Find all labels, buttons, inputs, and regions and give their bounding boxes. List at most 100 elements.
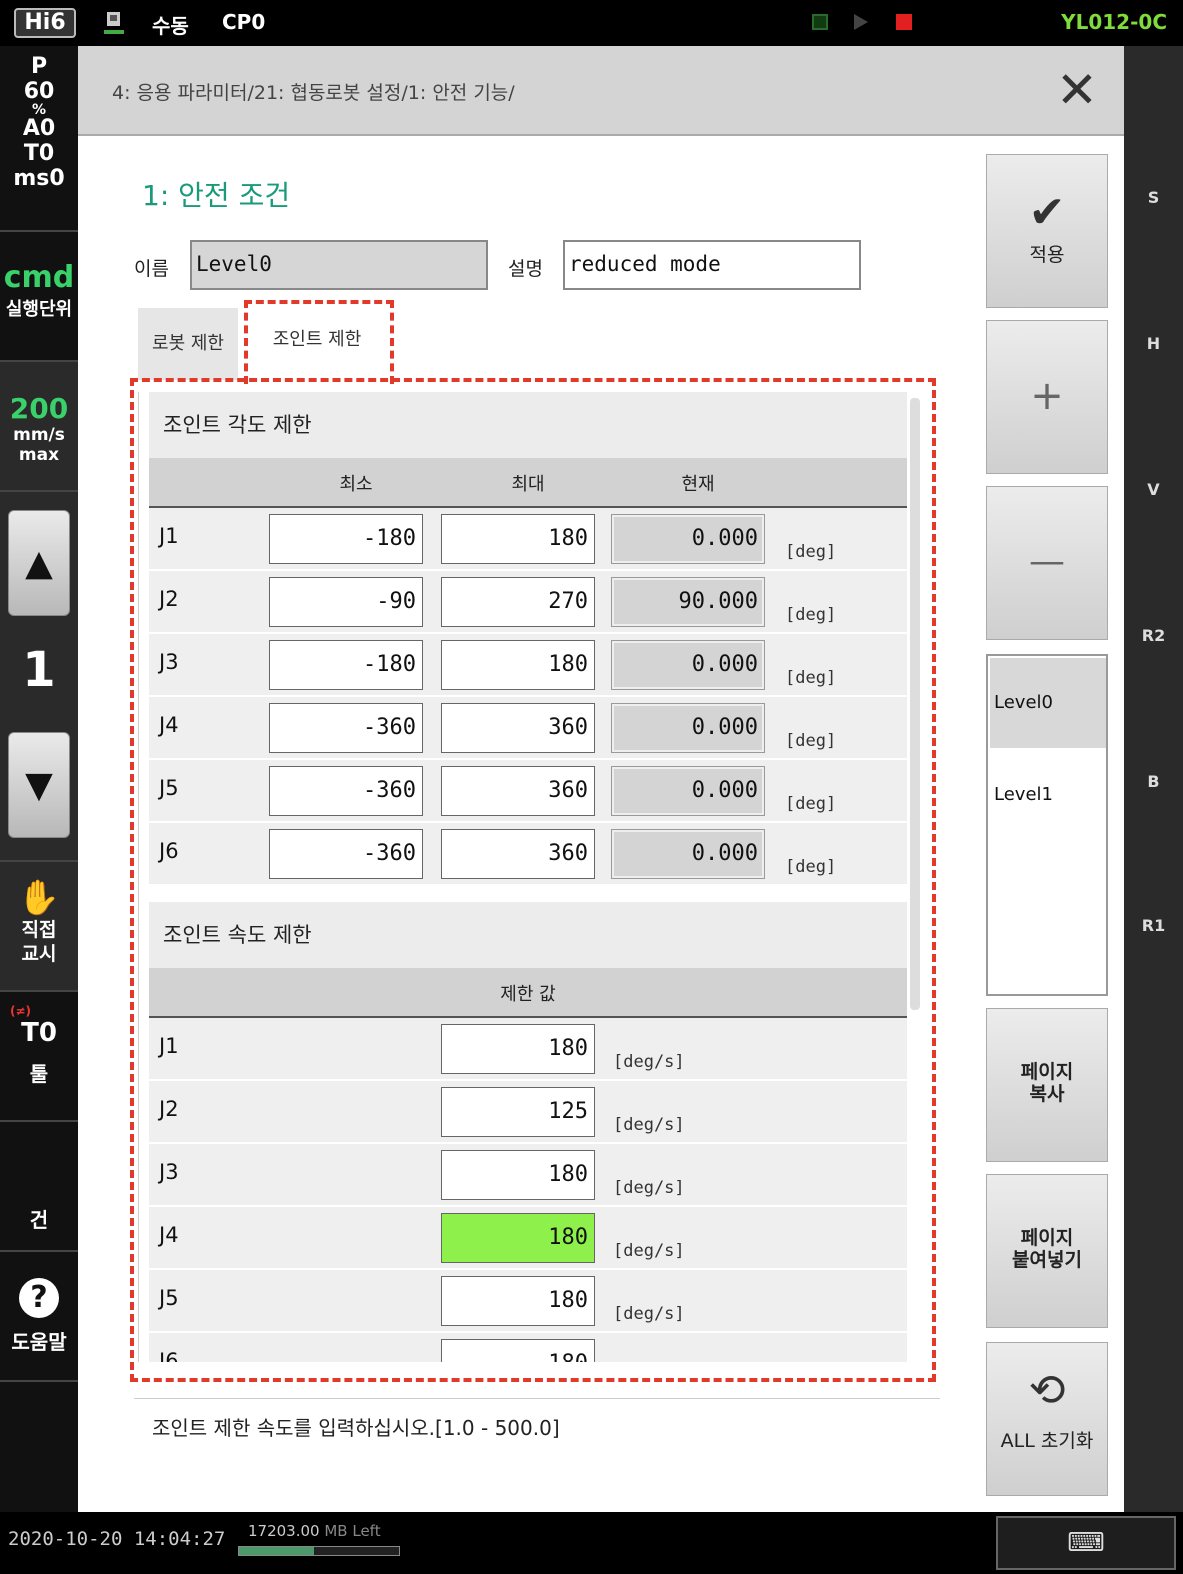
cmd-panel[interactable]: cmd 실행단위 bbox=[0, 232, 78, 362]
step-value: 1 bbox=[22, 642, 56, 698]
angle-max-field[interactable]: 180 bbox=[441, 640, 595, 690]
reset-all-button[interactable]: ⟲ ALL 초기화 bbox=[986, 1342, 1108, 1496]
level-list: Level0 Level1 bbox=[986, 654, 1108, 996]
angle-current-value: 0.000 bbox=[611, 514, 765, 564]
joint-limit-panel: 조인트 각도 제한 최소 최대 현재 J1 -180 180 0.000 [deg] J2… bbox=[138, 392, 918, 1362]
close-button[interactable]: ✕ bbox=[1054, 65, 1100, 115]
angle-row-j2: J2 -90 270 90.000 [deg] bbox=[149, 571, 907, 634]
cmd-label: cmd bbox=[3, 260, 75, 295]
max-label: max bbox=[18, 445, 60, 465]
right-axis-bar: S H V R2 B R1 bbox=[1124, 46, 1183, 1512]
speed-section-title: 조인트 속도 제한 bbox=[149, 902, 907, 968]
joint-label: J5 bbox=[159, 1286, 179, 1310]
joint-label: J6 bbox=[159, 839, 179, 863]
level-item-level1[interactable]: Level1 bbox=[990, 750, 1106, 840]
axis-s-key[interactable]: S bbox=[1124, 188, 1183, 207]
angle-max-field[interactable]: 270 bbox=[441, 577, 595, 627]
angle-row-j3: J3 -180 180 0.000 [deg] bbox=[149, 634, 907, 697]
description-field[interactable]: reduced mode bbox=[563, 240, 861, 290]
angle-min-field[interactable]: -360 bbox=[269, 829, 423, 879]
angle-min-field[interactable]: -90 bbox=[269, 577, 423, 627]
add-button[interactable]: + bbox=[986, 320, 1108, 474]
col-current: 현재 bbox=[681, 474, 715, 495]
joint-label: J1 bbox=[159, 1034, 179, 1058]
stop-icon bbox=[896, 14, 912, 30]
tool-panel[interactable]: (≠) T0 툴 bbox=[0, 992, 78, 1122]
memory-status: 17203.00 MB Left bbox=[248, 1522, 381, 1540]
angle-max-field[interactable]: 180 bbox=[441, 514, 595, 564]
axis-v-key[interactable]: V bbox=[1124, 480, 1183, 499]
angle-unit: [deg] bbox=[785, 794, 837, 814]
angle-current-value: 0.000 bbox=[611, 766, 765, 816]
close-icon: ✕ bbox=[1056, 61, 1098, 119]
joint-label: J4 bbox=[159, 713, 179, 737]
axis-r1-key[interactable]: R1 bbox=[1124, 916, 1183, 935]
angle-min-field[interactable]: -360 bbox=[269, 703, 423, 753]
page-copy-button[interactable]: 페이지 복사 bbox=[986, 1008, 1108, 1162]
angle-unit: [deg] bbox=[785, 542, 837, 562]
joint-label: J6 bbox=[159, 1349, 179, 1362]
hint-divider bbox=[134, 1398, 940, 1399]
reset-icon: ⟲ bbox=[1028, 1365, 1066, 1416]
percent-sign: % bbox=[31, 102, 47, 118]
speed-limit-field[interactable]: 180 bbox=[441, 1024, 595, 1074]
speed-percent: 60 bbox=[23, 79, 55, 104]
speed-row-j6: J6 180 bbox=[149, 1333, 907, 1362]
hi6-logo[interactable]: Hi6 bbox=[14, 8, 76, 38]
joint-label: J2 bbox=[159, 587, 179, 611]
help-button[interactable]: ? 도움말 bbox=[0, 1252, 78, 1382]
axis-r2-key[interactable]: R2 bbox=[1124, 626, 1183, 645]
tab-robot-limit[interactable]: 로봇 제한 bbox=[138, 308, 238, 380]
left-sidebar: P 60 % A0 T0 ms0 cmd 실행단위 200 mm/s max ▲… bbox=[0, 46, 78, 1512]
angle-current-value: 0.000 bbox=[611, 829, 765, 879]
angle-min-field[interactable]: -360 bbox=[269, 766, 423, 816]
angle-row-j5: J5 -360 360 0.000 [deg] bbox=[149, 760, 907, 823]
apply-button[interactable]: ✔ 적용 bbox=[986, 154, 1108, 308]
mode-label: 수동 bbox=[152, 14, 189, 38]
step-up-button[interactable]: ▲ bbox=[8, 510, 70, 616]
axis-b-key[interactable]: B bbox=[1124, 772, 1183, 791]
speed-limit-field[interactable]: 180 bbox=[441, 1150, 595, 1200]
apply-label: 적용 bbox=[1029, 244, 1065, 266]
speed-override-panel[interactable]: P 60 % A0 T0 ms0 bbox=[0, 46, 78, 232]
keyboard-button[interactable]: ⌨ bbox=[996, 1516, 1176, 1570]
tab-joint-limit[interactable]: 조인트 제한 bbox=[248, 304, 386, 384]
speed-unit: [deg/s] bbox=[613, 1052, 685, 1072]
joint-label: J3 bbox=[159, 1160, 179, 1184]
memory-value: 17203.00 bbox=[248, 1522, 320, 1540]
speed-limit-field[interactable]: 180 bbox=[441, 1213, 595, 1263]
remove-button[interactable]: — bbox=[986, 486, 1108, 640]
direct-teach-button[interactable]: ✋ 직접 교시 bbox=[0, 862, 78, 992]
reset-all-label: ALL 초기화 bbox=[1000, 1430, 1094, 1452]
max-speed-panel[interactable]: 200 mm/s max bbox=[0, 362, 78, 492]
level-item-level0[interactable]: Level0 bbox=[990, 658, 1106, 748]
angle-min-field[interactable]: -180 bbox=[269, 514, 423, 564]
axis-h-key[interactable]: H bbox=[1124, 334, 1183, 353]
t-label: T0 bbox=[23, 141, 55, 166]
angle-max-field[interactable]: 360 bbox=[441, 766, 595, 816]
description-label: 설명 bbox=[508, 258, 543, 280]
speed-limit-field[interactable]: 180 bbox=[441, 1276, 595, 1326]
step-down-button[interactable]: ▼ bbox=[8, 732, 70, 838]
gun-panel[interactable]: 건 bbox=[0, 1122, 78, 1252]
joint-label: J1 bbox=[159, 524, 179, 548]
hand-icon: ✋ bbox=[17, 878, 61, 918]
help-label: 도움말 bbox=[11, 1330, 67, 1354]
angle-min-field[interactable]: -180 bbox=[269, 640, 423, 690]
speed-unit: [deg/s] bbox=[613, 1241, 685, 1261]
name-field[interactable]: Level0 bbox=[190, 240, 488, 290]
angle-current-value: 90.000 bbox=[611, 577, 765, 627]
ms-label: ms0 bbox=[13, 166, 65, 191]
angle-max-field[interactable]: 360 bbox=[441, 703, 595, 753]
speed-limit-field[interactable]: 180 bbox=[441, 1339, 595, 1362]
tool-warning-icon: (≠) bbox=[10, 1004, 32, 1018]
direct-teach-label: 직접 교시 bbox=[21, 919, 57, 965]
page-paste-button[interactable]: 페이지 붙여넣기 bbox=[986, 1174, 1108, 1328]
speed-limit-field[interactable]: 125 bbox=[441, 1087, 595, 1137]
angle-max-field[interactable]: 360 bbox=[441, 829, 595, 879]
memory-bar bbox=[238, 1546, 400, 1556]
panel-scrollbar[interactable] bbox=[910, 398, 920, 1010]
joint-label: J3 bbox=[159, 650, 179, 674]
tool-label: 툴 bbox=[29, 1062, 49, 1086]
triangle-down-icon: ▼ bbox=[25, 765, 53, 806]
